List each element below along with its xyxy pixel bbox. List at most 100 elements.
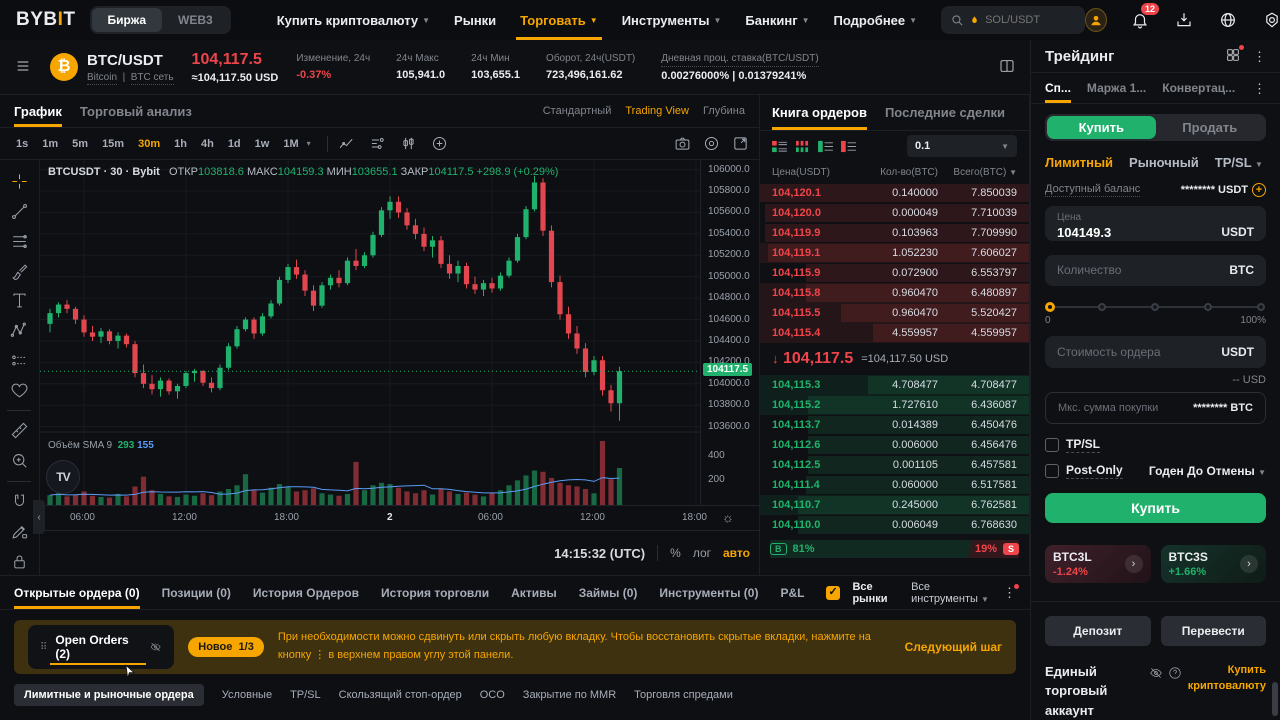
toggle-web3[interactable]: WEB3 xyxy=(162,8,229,32)
chart-type-icon[interactable] xyxy=(338,135,355,152)
tradingview-logo[interactable]: TV xyxy=(46,460,80,494)
order-subtab[interactable]: Торговля спредами xyxy=(634,689,733,701)
timeframe-1m[interactable]: 1m xyxy=(36,135,64,153)
bid-row[interactable]: 104,115.34.7084774.708477 xyxy=(760,375,1029,395)
favorites-heart-icon[interactable] xyxy=(4,376,34,404)
toggle-биржа[interactable]: Биржа xyxy=(92,8,163,32)
deposit-plus-icon[interactable]: + xyxy=(1252,183,1266,197)
zoom-in-icon[interactable] xyxy=(4,447,34,475)
ask-row[interactable]: 104,115.50.9604705.520427 xyxy=(760,303,1029,323)
order-subtab[interactable]: Условные xyxy=(222,689,272,701)
slider-tick[interactable] xyxy=(1151,303,1159,311)
order-cost-input[interactable] xyxy=(1057,345,1187,359)
slider-tick[interactable] xyxy=(1204,303,1212,311)
all-instruments-select[interactable]: Все инструменты ▼ xyxy=(911,581,991,605)
bottom-tab[interactable]: История торговли xyxy=(381,576,489,609)
bottom-tab[interactable]: P&L xyxy=(780,576,804,609)
order-subtab[interactable]: Скользящий стоп-ордер xyxy=(339,689,462,701)
bid-row[interactable]: 104,113.70.0143896.450476 xyxy=(760,415,1029,435)
settings-gear-icon[interactable] xyxy=(1261,9,1280,31)
lock-all-icon[interactable] xyxy=(4,547,34,575)
download-app-icon[interactable] xyxy=(1173,9,1195,31)
crosshair-icon[interactable] xyxy=(4,168,34,196)
nav-item[interactable]: Инструменты ▼ xyxy=(610,0,734,40)
page-scrollbar[interactable] xyxy=(1272,682,1278,716)
fib-lines-icon[interactable] xyxy=(4,228,34,256)
scale-лог[interactable]: лог xyxy=(693,546,711,560)
timeframe-more-caret-icon[interactable]: ▾ xyxy=(307,139,311,148)
ask-row[interactable]: 104,120.10.1400007.850039 xyxy=(760,183,1029,203)
forecast-tool-icon[interactable] xyxy=(4,347,34,375)
order-subtab[interactable]: TP/SL xyxy=(290,689,321,701)
info-panel-icon[interactable] xyxy=(998,58,1016,77)
scale-авто[interactable]: авто xyxy=(723,546,750,560)
deposit-button[interactable]: Депозит xyxy=(1045,616,1151,646)
timeframe-30m[interactable]: 30m xyxy=(132,135,166,153)
pairs-list-icon[interactable] xyxy=(14,58,32,77)
ask-row[interactable]: 104,115.90.0729006.553797 xyxy=(760,263,1029,283)
layout-asks-icon[interactable] xyxy=(841,140,856,153)
drawing-lock-edit-icon[interactable] xyxy=(4,517,34,545)
slider-handle[interactable] xyxy=(1045,302,1055,312)
hide-balance-eye-icon[interactable] xyxy=(1149,666,1163,680)
chart-tab[interactable]: График xyxy=(14,95,62,127)
candle-settings-icon[interactable] xyxy=(400,135,417,152)
tpsl-checkbox[interactable] xyxy=(1045,438,1059,452)
btc3l-card[interactable]: BTC3L-1.24% › xyxy=(1045,545,1151,583)
timeframe-4h[interactable]: 4h xyxy=(195,135,220,153)
language-globe-icon[interactable] xyxy=(1217,9,1239,31)
timeframe-5m[interactable]: 5m xyxy=(66,135,94,153)
nav-item[interactable]: Банкинг ▼ xyxy=(733,0,821,40)
trading-menu-kebab[interactable]: ⋮ xyxy=(1253,50,1266,63)
order-type-лимитный[interactable]: Лимитный xyxy=(1045,155,1113,170)
trend-line-icon[interactable] xyxy=(4,198,34,226)
indicators-icon[interactable] xyxy=(369,135,386,152)
amount-slider[interactable] xyxy=(1045,302,1266,310)
transfer-button[interactable]: Перевести xyxy=(1161,616,1267,646)
bottom-tab[interactable]: Открытые ордера (0) xyxy=(14,576,140,609)
nav-item[interactable]: Купить криптовалюту ▼ xyxy=(265,0,442,40)
bottom-tab[interactable]: Позиции (0) xyxy=(162,576,231,609)
btc3s-card[interactable]: BTC3S+1.66% › xyxy=(1161,545,1267,583)
coin-name[interactable]: Bitcoin xyxy=(87,72,117,85)
timeframe-15m[interactable]: 15m xyxy=(96,135,130,153)
fullscreen-icon[interactable] xyxy=(732,135,749,152)
notifications-bell[interactable]: 12 xyxy=(1129,9,1151,31)
slider-tick[interactable] xyxy=(1098,303,1106,311)
bid-row[interactable]: 104,112.60.0060006.456476 xyxy=(760,435,1029,455)
slider-tick[interactable] xyxy=(1257,303,1265,311)
trading-tab[interactable]: Сп... xyxy=(1045,73,1071,102)
ask-row[interactable]: 104,119.11.0522307.606027 xyxy=(760,243,1029,263)
order-cost-field[interactable]: USDT xyxy=(1045,336,1266,368)
quantity-field[interactable]: BTC xyxy=(1045,255,1266,287)
bottom-tab[interactable]: Инструменты (0) xyxy=(659,576,758,609)
bottom-tab[interactable]: История Ордеров xyxy=(253,576,359,609)
theme-sun-icon[interactable]: ☼ xyxy=(722,510,734,525)
network-name[interactable]: BTC сеть xyxy=(131,72,174,85)
view-mode[interactable]: Trading View xyxy=(625,105,689,117)
ask-row[interactable]: 104,120.00.0000497.710039 xyxy=(760,203,1029,223)
bid-row[interactable]: 104,110.00.0060496.768630 xyxy=(760,515,1029,535)
timeframe-1M[interactable]: 1M xyxy=(277,135,304,153)
bid-row[interactable]: 104,111.40.0600006.517581 xyxy=(760,475,1029,495)
order-type-tp/sl[interactable]: TP/SL ▼ xyxy=(1215,155,1263,170)
buy-crypto-link[interactable]: Купить криптовалюту xyxy=(1188,662,1266,720)
chart-canvas[interactable]: BTCUSDT · 30 · Bybit ОТКР103818.6 МАКС10… xyxy=(40,160,759,575)
postonly-checkbox[interactable] xyxy=(1045,464,1059,478)
quantity-input[interactable] xyxy=(1057,263,1187,277)
candlestick-chart[interactable] xyxy=(40,160,700,505)
ask-row[interactable]: 104,115.44.5599574.559957 xyxy=(760,323,1029,343)
pattern-xabcd-icon[interactable] xyxy=(4,317,34,345)
bid-row[interactable]: 104,110.70.2450006.762581 xyxy=(760,495,1029,515)
price-field[interactable]: Цена USDT xyxy=(1045,206,1266,240)
trading-tab[interactable]: Конвертац... xyxy=(1162,73,1235,102)
bottom-tab[interactable]: Активы xyxy=(511,576,557,609)
precision-select[interactable]: 0.1▼ xyxy=(907,135,1017,157)
text-tool-icon[interactable] xyxy=(4,287,34,315)
order-subtab[interactable]: Закрытие по MMR xyxy=(523,689,616,701)
buy-toggle[interactable]: Купить xyxy=(1047,116,1156,140)
orderbook-tab[interactable]: Последние сделки xyxy=(885,95,1005,130)
chart-tab[interactable]: Торговый анализ xyxy=(80,95,192,127)
pair-name[interactable]: BTC/USDT xyxy=(87,52,174,69)
search-input[interactable] xyxy=(985,14,1075,26)
